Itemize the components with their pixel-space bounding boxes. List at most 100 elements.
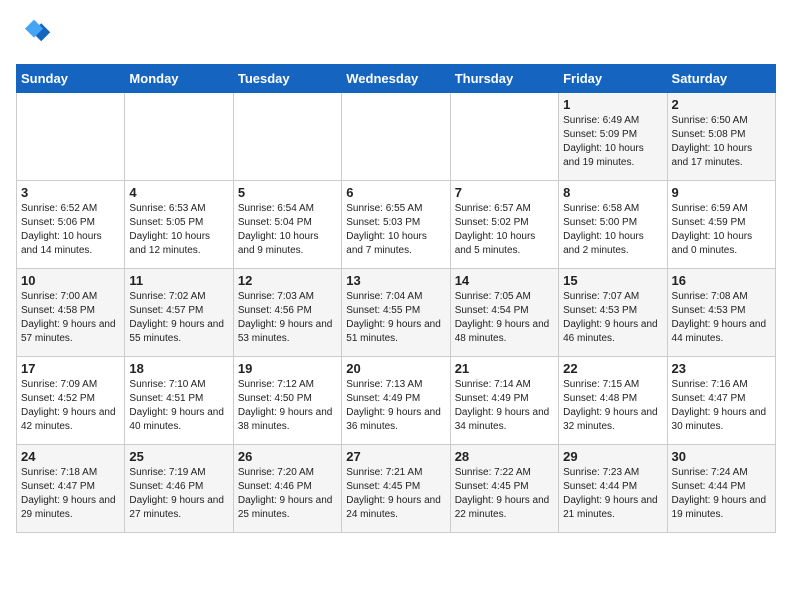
day-number: 14: [455, 273, 554, 288]
calendar-cell: 25 Sunrise: 7:19 AMSunset: 4:46 PMDayligh…: [125, 445, 233, 533]
day-number: 11: [129, 273, 228, 288]
day-info: Sunrise: 6:52 AMSunset: 5:06 PMDaylight:…: [21, 202, 120, 258]
day-info: Sunrise: 7:05 AMSunset: 4:54 PMDaylight:…: [455, 290, 554, 346]
logo-icon: [16, 16, 52, 52]
day-info: Sunrise: 6:50 AMSunset: 5:08 PMDaylight:…: [672, 114, 771, 170]
day-info: Sunrise: 6:58 AMSunset: 5:00 PMDaylight:…: [563, 202, 662, 258]
day-number: 1: [563, 97, 662, 112]
day-info: Sunrise: 6:49 AMSunset: 5:09 PMDaylight:…: [563, 114, 662, 170]
calendar-week-row: 24Sunrise: 7:18 AMSunset: 4:47 PMDayligh…: [17, 445, 776, 533]
calendar-cell: 8 Sunrise: 6:58 AMSunset: 5:00 PMDaylight…: [559, 181, 667, 269]
calendar-cell: 6Sunrise: 6:55 AMSunset: 5:03 PMDaylight…: [342, 181, 450, 269]
calendar-cell: 4 Sunrise: 6:53 AMSunset: 5:05 PMDaylight…: [125, 181, 233, 269]
day-number: 13: [346, 273, 445, 288]
weekday-header-tuesday: Tuesday: [233, 65, 341, 93]
weekday-header-thursday: Thursday: [450, 65, 558, 93]
day-number: 16: [672, 273, 771, 288]
day-number: 4: [129, 185, 228, 200]
weekday-header-wednesday: Wednesday: [342, 65, 450, 93]
calendar-cell: 21 Sunrise: 7:14 AMSunset: 4:49 PMDayligh…: [450, 357, 558, 445]
calendar-cell: [342, 93, 450, 181]
calendar-cell: [17, 93, 125, 181]
calendar-cell: 14 Sunrise: 7:05 AMSunset: 4:54 PMDayligh…: [450, 269, 558, 357]
day-number: 9: [672, 185, 771, 200]
calendar-cell: 5 Sunrise: 6:54 AMSunset: 5:04 PMDaylight…: [233, 181, 341, 269]
calendar-cell: 29Sunrise: 7:23 AMSunset: 4:44 PMDayligh…: [559, 445, 667, 533]
day-number: 18: [129, 361, 228, 376]
day-number: 26: [238, 449, 337, 464]
weekday-header-saturday: Saturday: [667, 65, 775, 93]
day-number: 19: [238, 361, 337, 376]
logo: [16, 16, 56, 52]
day-number: 24: [21, 449, 120, 464]
day-info: Sunrise: 7:07 AMSunset: 4:53 PMDaylight:…: [563, 290, 662, 346]
day-number: 15: [563, 273, 662, 288]
calendar-cell: [450, 93, 558, 181]
calendar-cell: 20Sunrise: 7:13 AMSunset: 4:49 PMDayligh…: [342, 357, 450, 445]
calendar-week-row: 17Sunrise: 7:09 AMSunset: 4:52 PMDayligh…: [17, 357, 776, 445]
weekday-header-sunday: Sunday: [17, 65, 125, 93]
day-number: 3: [21, 185, 120, 200]
day-number: 7: [455, 185, 554, 200]
day-number: 30: [672, 449, 771, 464]
day-info: Sunrise: 7:21 AMSunset: 4:45 PMDaylight:…: [346, 466, 445, 522]
day-number: 23: [672, 361, 771, 376]
weekday-header-friday: Friday: [559, 65, 667, 93]
calendar-cell: 18 Sunrise: 7:10 AMSunset: 4:51 PMDayligh…: [125, 357, 233, 445]
calendar-table: SundayMondayTuesdayWednesdayThursdayFrid…: [16, 64, 776, 533]
calendar-header: SundayMondayTuesdayWednesdayThursdayFrid…: [17, 65, 776, 93]
day-number: 28: [455, 449, 554, 464]
calendar-cell: 9 Sunrise: 6:59 AMSunset: 4:59 PMDaylight…: [667, 181, 775, 269]
day-info: Sunrise: 6:53 AMSunset: 5:05 PMDaylight:…: [129, 202, 228, 258]
calendar-cell: 15 Sunrise: 7:07 AMSunset: 4:53 PMDayligh…: [559, 269, 667, 357]
day-info: Sunrise: 7:14 AMSunset: 4:49 PMDaylight:…: [455, 378, 554, 434]
calendar-cell: [125, 93, 233, 181]
day-info: Sunrise: 7:03 AMSunset: 4:56 PMDaylight:…: [238, 290, 337, 346]
day-info: Sunrise: 7:20 AMSunset: 4:46 PMDaylight:…: [238, 466, 337, 522]
day-number: 21: [455, 361, 554, 376]
day-info: Sunrise: 6:54 AMSunset: 5:04 PMDaylight:…: [238, 202, 337, 258]
day-number: 12: [238, 273, 337, 288]
calendar-week-row: 10Sunrise: 7:00 AMSunset: 4:58 PMDayligh…: [17, 269, 776, 357]
calendar-cell: 11 Sunrise: 7:02 AMSunset: 4:57 PMDayligh…: [125, 269, 233, 357]
weekday-header-row: SundayMondayTuesdayWednesdayThursdayFrid…: [17, 65, 776, 93]
day-info: Sunrise: 7:02 AMSunset: 4:57 PMDaylight:…: [129, 290, 228, 346]
day-number: 25: [129, 449, 228, 464]
page-header: [16, 16, 776, 52]
day-info: Sunrise: 7:10 AMSunset: 4:51 PMDaylight:…: [129, 378, 228, 434]
day-info: Sunrise: 7:09 AMSunset: 4:52 PMDaylight:…: [21, 378, 120, 434]
day-info: Sunrise: 6:57 AMSunset: 5:02 PMDaylight:…: [455, 202, 554, 258]
day-number: 20: [346, 361, 445, 376]
day-info: Sunrise: 6:55 AMSunset: 5:03 PMDaylight:…: [346, 202, 445, 258]
calendar-cell: 27 Sunrise: 7:21 AMSunset: 4:45 PMDayligh…: [342, 445, 450, 533]
day-number: 8: [563, 185, 662, 200]
calendar-cell: 3 Sunrise: 6:52 AMSunset: 5:06 PMDaylight…: [17, 181, 125, 269]
calendar-cell: 17Sunrise: 7:09 AMSunset: 4:52 PMDayligh…: [17, 357, 125, 445]
weekday-header-monday: Monday: [125, 65, 233, 93]
day-number: 5: [238, 185, 337, 200]
day-info: Sunrise: 7:16 AMSunset: 4:47 PMDaylight:…: [672, 378, 771, 434]
calendar-cell: 2 Sunrise: 6:50 AMSunset: 5:08 PMDaylight…: [667, 93, 775, 181]
day-number: 2: [672, 97, 771, 112]
calendar-cell: 13 Sunrise: 7:04 AMSunset: 4:55 PMDayligh…: [342, 269, 450, 357]
calendar-body: 1 Sunrise: 6:49 AMSunset: 5:09 PMDaylight…: [17, 93, 776, 533]
day-info: Sunrise: 7:12 AMSunset: 4:50 PMDaylight:…: [238, 378, 337, 434]
day-number: 10: [21, 273, 120, 288]
day-info: Sunrise: 6:59 AMSunset: 4:59 PMDaylight:…: [672, 202, 771, 258]
calendar-week-row: 1 Sunrise: 6:49 AMSunset: 5:09 PMDaylight…: [17, 93, 776, 181]
day-info: Sunrise: 7:04 AMSunset: 4:55 PMDaylight:…: [346, 290, 445, 346]
calendar-cell: 30Sunrise: 7:24 AMSunset: 4:44 PMDayligh…: [667, 445, 775, 533]
day-info: Sunrise: 7:19 AMSunset: 4:46 PMDaylight:…: [129, 466, 228, 522]
calendar-cell: 23 Sunrise: 7:16 AMSunset: 4:47 PMDayligh…: [667, 357, 775, 445]
calendar-cell: 22 Sunrise: 7:15 AMSunset: 4:48 PMDayligh…: [559, 357, 667, 445]
calendar-cell: 26 Sunrise: 7:20 AMSunset: 4:46 PMDayligh…: [233, 445, 341, 533]
day-info: Sunrise: 7:08 AMSunset: 4:53 PMDaylight:…: [672, 290, 771, 346]
day-number: 22: [563, 361, 662, 376]
calendar-cell: 16 Sunrise: 7:08 AMSunset: 4:53 PMDayligh…: [667, 269, 775, 357]
calendar-cell: 1 Sunrise: 6:49 AMSunset: 5:09 PMDaylight…: [559, 93, 667, 181]
calendar-cell: 24Sunrise: 7:18 AMSunset: 4:47 PMDayligh…: [17, 445, 125, 533]
day-number: 27: [346, 449, 445, 464]
calendar-cell: 19 Sunrise: 7:12 AMSunset: 4:50 PMDayligh…: [233, 357, 341, 445]
day-info: Sunrise: 7:15 AMSunset: 4:48 PMDaylight:…: [563, 378, 662, 434]
calendar-cell: 10Sunrise: 7:00 AMSunset: 4:58 PMDayligh…: [17, 269, 125, 357]
